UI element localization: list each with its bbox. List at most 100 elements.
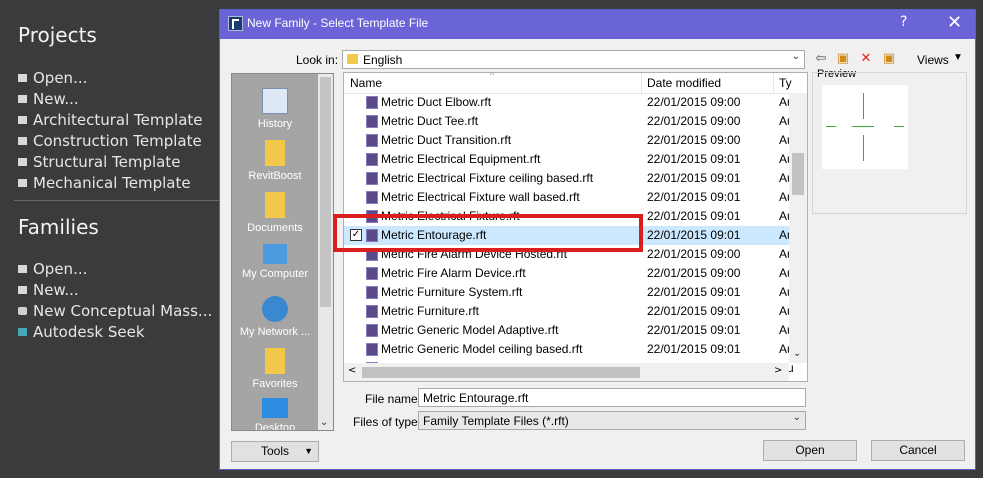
file-date: 22/01/2015 09:01	[647, 209, 741, 223]
place-my-network[interactable]: My Network ...	[232, 296, 318, 338]
project-item-label: Open...	[33, 69, 88, 87]
file-row[interactable]: Metric Generic Model ceiling based.rft 22…	[344, 340, 794, 359]
file-name: Metric Electrical Equipment.rft	[381, 152, 541, 166]
file-list-horizontal-scrollbar[interactable]: < >	[344, 363, 789, 381]
project-item-label: Construction Template	[33, 132, 202, 150]
network-icon	[262, 296, 288, 322]
cancel-button[interactable]: Cancel	[871, 440, 965, 461]
file-date: 22/01/2015 09:00	[647, 133, 741, 147]
file-list-vertical-scrollbar[interactable]: ⌄	[789, 93, 807, 363]
views-button[interactable]: Views	[917, 53, 949, 67]
family-item[interactable]: New Conceptual Mass...	[18, 301, 212, 322]
file-row[interactable]: Metric Electrical Equipment.rft 22/01/201…	[344, 150, 794, 169]
rft-file-icon	[366, 324, 378, 337]
tools-button[interactable]: Tools ▼	[231, 441, 319, 462]
file-date: 22/01/2015 09:00	[647, 247, 741, 261]
project-item[interactable]: Open...	[18, 68, 203, 89]
scroll-thumb[interactable]	[362, 367, 640, 378]
projects-list: Open... New... Architectural Template Const…	[18, 68, 203, 194]
document-icon	[18, 95, 27, 103]
place-documents[interactable]: Documents	[232, 192, 318, 234]
views-dropdown-icon[interactable]: ▼	[953, 52, 963, 63]
column-type[interactable]: Ty	[779, 76, 792, 90]
file-name: Metric Duct Transition.rft	[381, 133, 512, 147]
look-in-value: English	[363, 53, 403, 67]
rft-file-icon	[366, 115, 378, 128]
help-button[interactable]: ?	[900, 14, 907, 30]
place-history[interactable]: History	[232, 88, 318, 130]
new-folder-icon[interactable]: ▣	[880, 50, 898, 68]
file-row[interactable]: Metric Duct Elbow.rft 22/01/2015 09:00 Au	[344, 93, 794, 112]
close-button[interactable]: ✕	[947, 12, 962, 33]
family-item-label: New Conceptual Mass...	[33, 302, 213, 320]
document-icon	[18, 286, 27, 294]
file-name-input[interactable]: Metric Entourage.rft	[418, 388, 806, 407]
divider	[14, 200, 224, 201]
file-name: Metric Generic Model ceiling based.rft	[381, 342, 583, 356]
dropdown-icon: ▼	[304, 446, 313, 456]
rft-file-icon	[366, 286, 378, 299]
document-icon	[18, 307, 27, 315]
look-in-combo[interactable]: English ⌄	[342, 50, 805, 69]
file-row[interactable]: Metric Furniture.rft 22/01/2015 09:01 Au	[344, 302, 794, 321]
open-button[interactable]: Open	[763, 440, 857, 461]
folder-icon	[265, 140, 285, 166]
file-date: 22/01/2015 09:01	[647, 171, 741, 185]
up-folder-icon[interactable]: ▣	[834, 50, 852, 68]
file-date: 22/01/2015 09:01	[647, 342, 741, 356]
file-type-select[interactable]: Family Template Files (*.rft) ⌄	[418, 411, 806, 430]
rft-file-icon	[366, 172, 378, 185]
delete-icon[interactable]: ✕	[857, 50, 875, 68]
chevron-down-icon: ⌄	[792, 412, 801, 423]
project-item[interactable]: Structural Template	[18, 152, 203, 173]
place-label: Favorites	[252, 378, 298, 390]
places-bar: History RevitBoost Documents My Computer…	[231, 73, 334, 431]
revit-app-icon	[228, 16, 243, 31]
chevron-down-icon[interactable]: ⌄	[793, 348, 801, 359]
family-item[interactable]: Autodesk Seek	[18, 322, 212, 343]
file-row[interactable]: Metric Duct Tee.rft 22/01/2015 09:00 Au	[344, 112, 794, 131]
column-name[interactable]: Name	[350, 76, 382, 90]
place-desktop[interactable]: Desktop	[232, 398, 318, 430]
file-date: 22/01/2015 09:01	[647, 285, 741, 299]
file-name: Metric Furniture System.rft	[381, 285, 523, 299]
project-item[interactable]: Architectural Template	[18, 110, 203, 131]
project-item[interactable]: Mechanical Template	[18, 173, 203, 194]
place-label: RevitBoost	[248, 170, 302, 182]
chevron-down-icon[interactable]: ⌄	[320, 417, 328, 428]
file-row[interactable]: Metric Fire Alarm Device.rft 22/01/2015 0…	[344, 264, 794, 283]
rft-file-icon	[366, 305, 378, 318]
dialog-title: New Family - Select Template File	[247, 16, 429, 30]
place-favorites[interactable]: Favorites	[232, 348, 318, 390]
folder-icon	[347, 54, 358, 64]
place-label: History	[257, 118, 293, 130]
project-item[interactable]: Construction Template	[18, 131, 203, 152]
file-row[interactable]: Metric Duct Transition.rft 22/01/2015 09:…	[344, 131, 794, 150]
rft-file-icon	[366, 153, 378, 166]
file-row[interactable]: Metric Electrical Fixture ceiling based.…	[344, 169, 794, 188]
family-item[interactable]: New...	[18, 280, 212, 301]
chevron-left-icon[interactable]: <	[348, 365, 356, 376]
family-item[interactable]: Open...	[18, 259, 212, 280]
projects-heading: Projects	[18, 23, 97, 47]
preview-image	[822, 85, 908, 169]
file-row[interactable]: Metric Generic Model Adaptive.rft 22/01/2…	[344, 321, 794, 340]
place-my-computer[interactable]: My Computer	[232, 244, 318, 280]
place-revitboost[interactable]: RevitBoost	[232, 140, 318, 182]
chevron-right-icon[interactable]: >	[774, 365, 782, 376]
file-date: 22/01/2015 09:01	[647, 304, 741, 318]
file-date: 22/01/2015 09:01	[647, 323, 741, 337]
tools-label: Tools	[260, 444, 289, 458]
project-item[interactable]: New...	[18, 89, 203, 110]
column-separator	[773, 73, 774, 93]
places-scrollbar[interactable]: ⌄	[318, 74, 333, 430]
column-date[interactable]: Date modified	[647, 76, 721, 90]
scroll-thumb[interactable]	[320, 77, 331, 307]
back-icon[interactable]: ⇦	[812, 50, 830, 68]
file-row[interactable]: Metric Furniture System.rft 22/01/2015 09…	[344, 283, 794, 302]
file-row[interactable]: Metric Electrical Fixture wall based.rft…	[344, 188, 794, 207]
file-list-header: Name ^ Date modified Ty	[344, 73, 807, 94]
file-name: Metric Duct Tee.rft	[381, 114, 479, 128]
scroll-thumb[interactable]	[792, 153, 804, 195]
project-item-label: Architectural Template	[33, 111, 203, 129]
